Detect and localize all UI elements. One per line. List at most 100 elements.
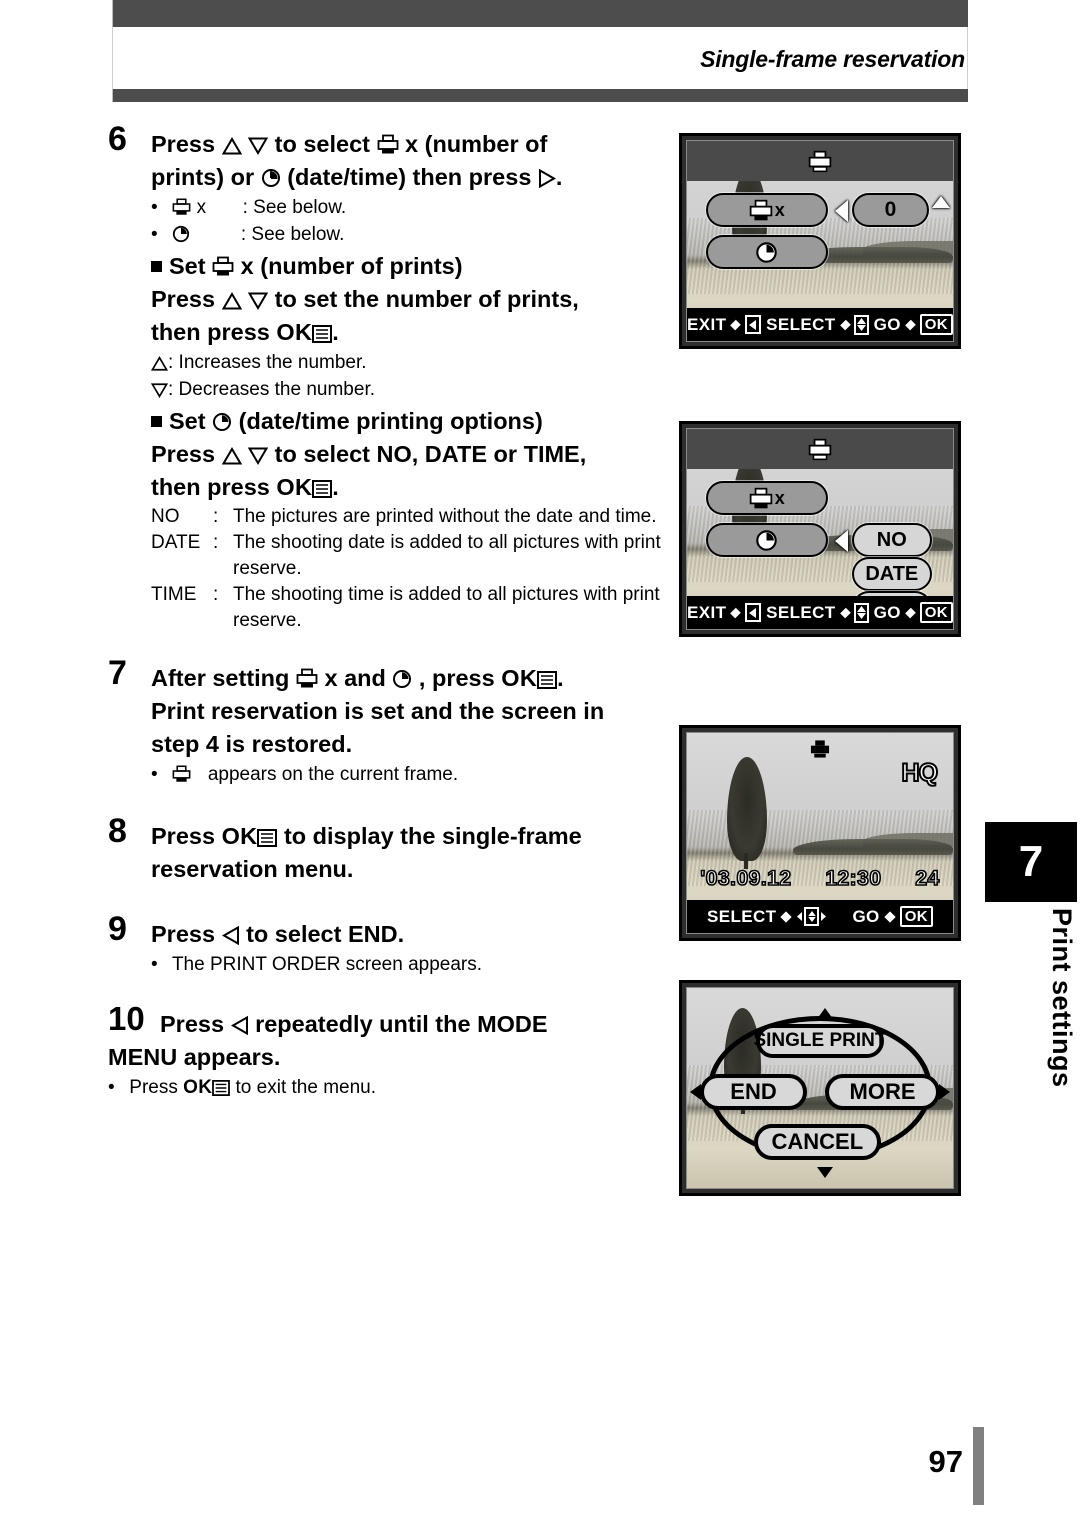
diamond-icon [884,910,896,923]
date-time-row[interactable] [705,235,828,269]
bullet-dot: • [151,954,158,975]
set-datetime-line-2-post: . [332,474,339,500]
selection-left-arrow-icon [834,530,848,552]
date-time-row[interactable] [705,523,828,557]
step-7-line-2: Print reservation is set and the screen … [151,698,605,724]
step-10-line-1: Press repeatedly until the MODE [160,1011,548,1037]
print-icon [808,438,832,460]
print-icon [749,199,773,220]
set-prints-heading: Set x (number of prints) [151,250,668,283]
menu-icon [212,1080,231,1096]
print-icon [808,150,832,172]
menu-item-more[interactable]: MORE [825,1074,940,1110]
bullet-dot: • [151,764,158,785]
bullet-dot: • [151,197,158,218]
down-triangle-icon [248,292,269,310]
menu-icon [537,671,558,689]
left-triangle-icon [221,926,239,945]
bullet-dot: • [108,1077,115,1098]
step-6-number: 6 [108,120,127,158]
square-bullet-icon [151,261,162,272]
select-label: SELECT [706,906,777,926]
lcd-top-band [687,429,953,469]
lcd-inner: x 0 EXIT SELECT GO OK [686,140,954,342]
print-count-row[interactable]: x [705,481,828,515]
lcd-guide-bar: EXIT SELECT GO OK [687,308,953,341]
def-colon: : [213,532,219,553]
step-9: 9 Press to select END. • The PRINT ORDER… [108,912,668,978]
option-date[interactable]: DATE [851,557,932,591]
step-9-line-1: Press to select END. [151,921,405,947]
ring-right-arrow-icon [939,1084,951,1100]
diamond-icon [780,910,793,923]
photo-treeline [793,839,953,855]
lcd-top-band [687,141,953,181]
step-8-pre: Press [151,823,216,849]
lcd-guide-bar: EXIT SELECT GO OK [687,596,953,629]
menu-item-cancel[interactable]: CANCEL [753,1124,882,1160]
ok-button-icon: OK [919,602,953,623]
up-triangle-icon [221,447,242,465]
up-down-button-icon [854,314,869,335]
menu-icon [257,829,278,847]
print-icon [810,740,830,758]
set-datetime-line-2-pre: then press [151,474,270,500]
step-6-line-1: Press to select x (number of [151,131,548,157]
lcd-print-order-ring-menu: SINGLE PRINT END MORE CANCEL [679,980,961,1196]
set-prints-line-2-pre: then press [151,319,270,345]
print-count-row[interactable]: x [705,193,828,227]
step-7-line-1-d: . [557,665,564,691]
step-10-line-2: MENU appears. [108,1044,281,1070]
def-row-date: DATE : The shooting date is added to all… [151,530,668,582]
diamond-icon [905,319,916,330]
up-triangle-icon [151,356,168,371]
footer-rule [973,1427,984,1505]
select-label: SELECT [766,602,836,622]
photo-tree [726,757,767,861]
menu-icon [312,325,333,343]
ok-button-label: OK [276,474,313,500]
go-label: GO [873,602,901,622]
def-key: TIME [151,584,197,605]
diamond-icon [730,607,742,618]
selection-left-arrow-icon [834,200,848,222]
chapter-number: 7 [985,822,1077,902]
print-count-row-label: x [774,199,785,220]
step-8-line-1: Press OK to display the single-frame [151,820,668,853]
header-title-band: Single-frame reservation [112,27,968,89]
step-7-line-1: After setting x and , press OK. [151,662,668,695]
menu-item-end[interactable]: END [700,1074,807,1110]
step-7-line-1-b: x and [324,665,386,691]
quality-badge: HQ [901,758,939,788]
def-key: DATE [151,532,201,553]
diamond-icon [905,607,916,618]
up-down-button-icon [804,907,820,926]
menu-icon [312,480,333,498]
header-bottom-rule [112,89,968,102]
diamond-icon [839,607,851,618]
set-prints-line-2-post: . [332,319,339,345]
menu-item-single-print[interactable]: SINGLE PRINT [753,1024,887,1058]
down-triangle-icon [248,137,269,155]
lcd-inner: HQ '03.09.12 12:30 24 SELECT GO OK [686,732,954,934]
go-group: GO OK [852,906,933,927]
set-prints-note-2: : Decreases the number. [151,376,668,403]
option-no[interactable]: NO [851,523,932,557]
def-colon: : [213,506,219,527]
clock-icon [756,241,778,263]
step-6-bullet-1: • x : See below. [151,194,668,221]
select-group: SELECT [707,907,827,927]
shot-time: 12:30 [825,866,882,891]
step-6-bullet-2: • : See below. [151,221,668,248]
down-triangle-icon [248,447,269,465]
step-6-bullet-1-text: : See below. [242,197,347,218]
step-7: 7 After setting x and , press OK. Print … [108,656,668,788]
print-count-value-pill[interactable]: 0 [851,193,930,227]
def-row-no: NO : The pictures are printed without th… [151,504,668,530]
lcd-print-count-screen: x 0 EXIT SELECT GO OK [679,133,961,349]
up-triangle-icon [221,137,242,155]
step-6-line-2: prints) or (date/time) then press . [151,164,563,190]
step-7-line-1-a: After setting [151,665,290,691]
step-7-number: 7 [108,654,127,692]
chapter-tab: 7 Print settings [985,822,1077,1088]
